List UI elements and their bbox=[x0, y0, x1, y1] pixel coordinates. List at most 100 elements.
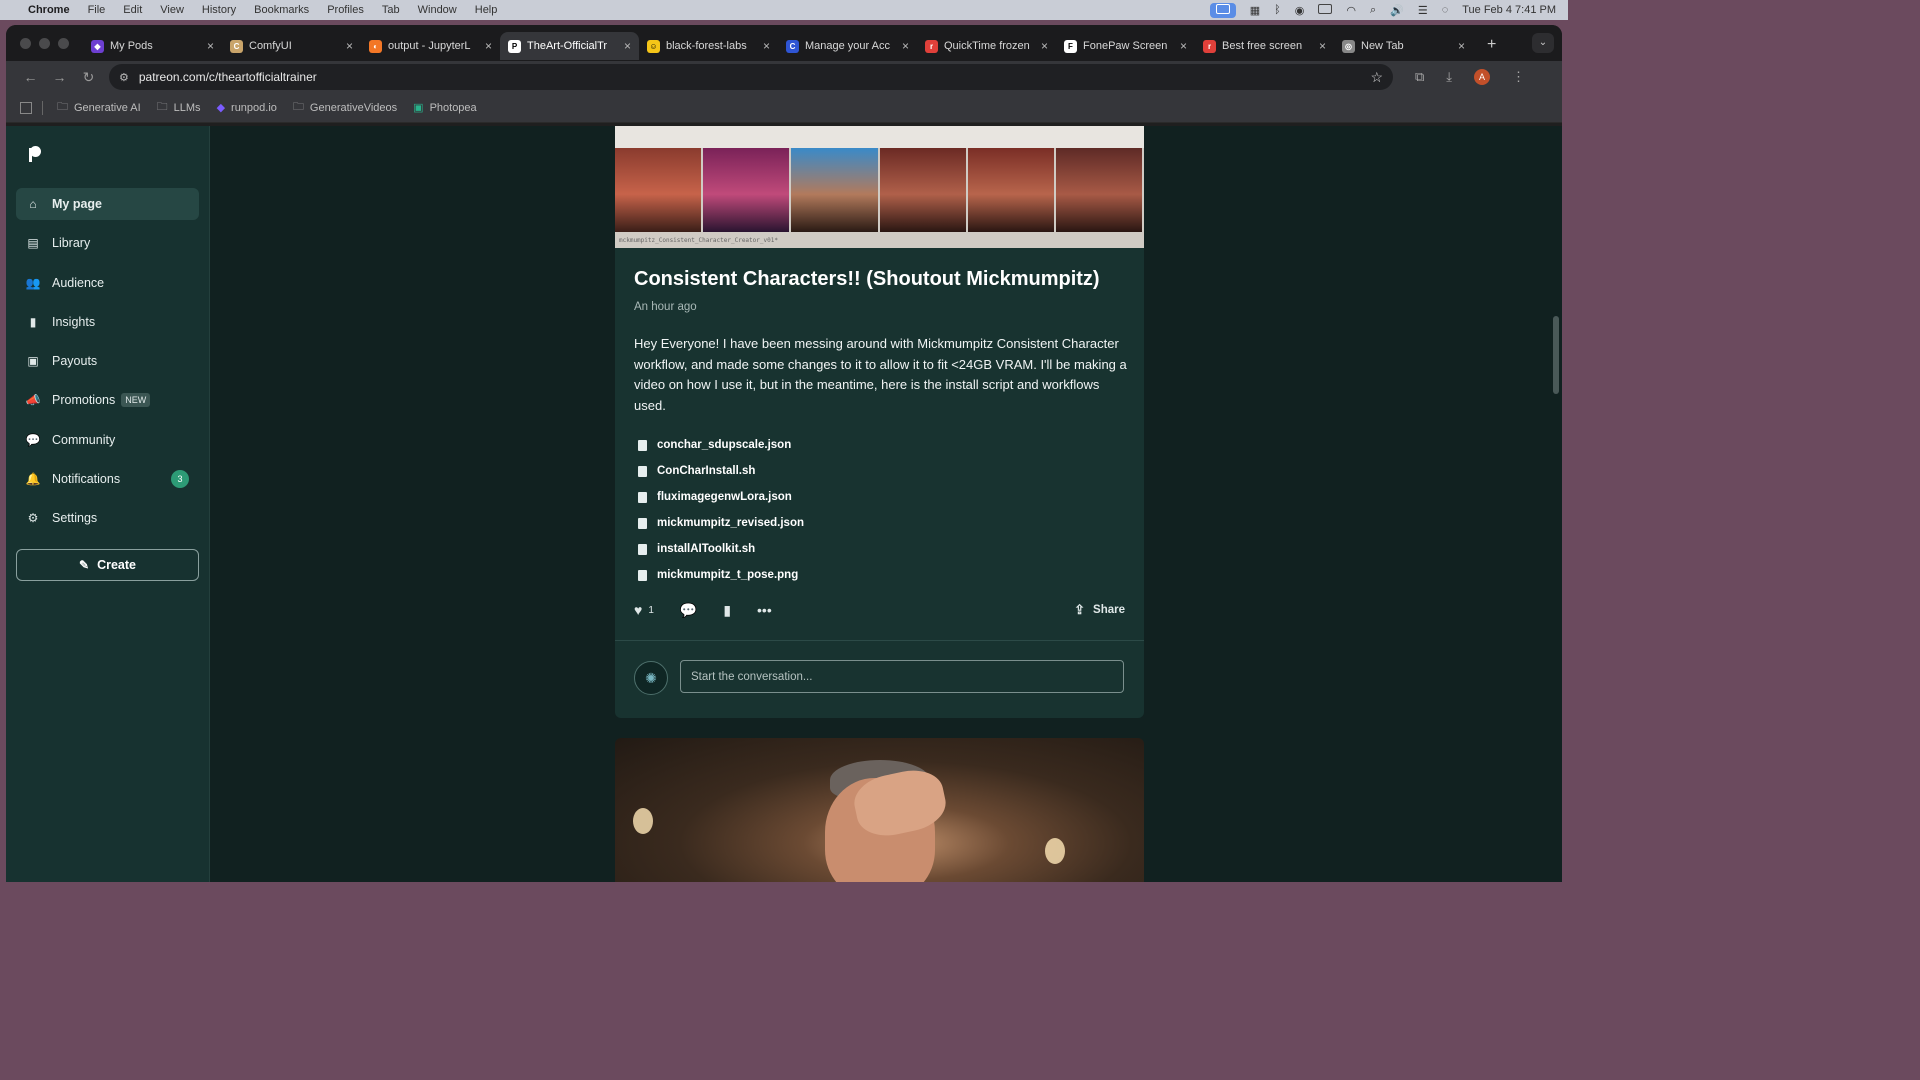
reload-button[interactable]: ↻ bbox=[74, 69, 103, 86]
browser-tab[interactable]: P TheArt-OfficialTr × bbox=[500, 32, 639, 60]
attachment-link[interactable]: conchar_sdupscale.json bbox=[634, 432, 804, 458]
extensions-icon[interactable]: ⧉ bbox=[1415, 69, 1424, 85]
zoom-window-button[interactable] bbox=[58, 37, 69, 49]
tab-close-icon[interactable]: × bbox=[1458, 39, 1465, 53]
tab-close-icon[interactable]: × bbox=[485, 39, 492, 53]
tab-search-button[interactable]: ⌄ bbox=[1532, 33, 1554, 53]
create-label: Create bbox=[97, 558, 136, 572]
sidebar-item-notifications[interactable]: 🔔 Notifications 3 bbox=[16, 463, 199, 495]
tab-close-icon[interactable]: × bbox=[763, 39, 770, 53]
patreon-page: ⌂ My page ▤ Library 👥 Audience ▮ Insights ▣ Payou… bbox=[6, 126, 1562, 882]
bookmark-label: Generative AI bbox=[74, 101, 141, 114]
forward-button[interactable]: → bbox=[45, 69, 74, 85]
screen-record-status-icon[interactable] bbox=[1209, 2, 1236, 18]
bookmark-photopea[interactable]: ▣ Photopea bbox=[413, 101, 477, 115]
insights-button[interactable]: ▮ bbox=[723, 602, 731, 619]
browser-tab[interactable]: C ComfyUI × bbox=[222, 32, 361, 60]
address-bar[interactable]: ⚙ patreon.com/c/theartofficialtrainer ☆ bbox=[109, 64, 1393, 90]
tab-close-icon[interactable]: × bbox=[902, 39, 909, 53]
browser-menu-icon[interactable]: ⋮ bbox=[1512, 69, 1525, 85]
menu-file[interactable]: File bbox=[88, 4, 106, 16]
menu-profiles[interactable]: Profiles bbox=[327, 4, 364, 16]
tab-list: ◆ My Pods × C ComfyUI × ◐ output - JupyterL × P Th… bbox=[83, 26, 1473, 60]
sidebar-item-library[interactable]: ▤ Library bbox=[16, 227, 199, 259]
attachment-link[interactable]: installAIToolkit.sh bbox=[634, 536, 804, 562]
bookmark-runpod[interactable]: ◆ runpod.io bbox=[217, 101, 277, 115]
close-window-button[interactable] bbox=[20, 37, 31, 49]
menu-window[interactable]: Window bbox=[418, 4, 457, 16]
apps-grid-icon[interactable] bbox=[20, 101, 32, 114]
browser-tab[interactable]: r Best free screen × bbox=[1195, 32, 1334, 60]
browser-tab[interactable]: F FonePaw Screen × bbox=[1056, 32, 1195, 60]
profile-avatar[interactable]: A bbox=[1474, 69, 1491, 85]
attachment-link[interactable]: ConCharInstall.sh bbox=[634, 458, 804, 484]
menu-edit[interactable]: Edit bbox=[123, 4, 142, 16]
next-post-image[interactable] bbox=[615, 738, 1144, 882]
spotlight-search-icon[interactable]: ⌕ bbox=[1370, 4, 1376, 17]
tab-close-icon[interactable]: × bbox=[346, 39, 353, 53]
menu-bookmarks[interactable]: Bookmarks bbox=[254, 4, 309, 16]
create-button[interactable]: ✎ Create bbox=[16, 549, 199, 581]
address-url[interactable]: patreon.com/c/theartofficialtrainer bbox=[139, 70, 1371, 84]
share-button[interactable]: ⇪ Share bbox=[1074, 602, 1125, 618]
sidebar-item-settings[interactable]: ⚙ Settings bbox=[16, 502, 199, 534]
post-body: Hey Everyone! I have been messing around… bbox=[634, 336, 1127, 414]
browser-tab[interactable]: ☺ black-forest-labs × bbox=[639, 32, 778, 60]
sidebar-item-audience[interactable]: 👥 Audience bbox=[16, 267, 199, 299]
attachment-link[interactable]: fluximagegenwLora.json bbox=[634, 484, 804, 510]
sidebar-item-promotions[interactable]: 📣 Promotions NEW bbox=[16, 384, 199, 416]
menu-view[interactable]: View bbox=[160, 4, 184, 16]
post-image[interactable]: mckmumpitz_Consistent_Character_Creator_… bbox=[615, 126, 1144, 248]
bookmark-star-icon[interactable]: ☆ bbox=[1370, 69, 1383, 86]
sidebar-item-insights[interactable]: ▮ Insights bbox=[16, 306, 199, 338]
siri-icon[interactable]: ◌ bbox=[1442, 4, 1449, 16]
tab-close-icon[interactable]: × bbox=[207, 39, 214, 53]
download-icon[interactable]: ⤓ bbox=[1446, 69, 1452, 85]
browser-tab[interactable]: C Manage your Acc × bbox=[778, 32, 917, 60]
attachment-filename: fluximagegenwLora.json bbox=[657, 491, 792, 503]
post-timestamp[interactable]: An hour ago bbox=[634, 301, 697, 313]
like-button[interactable]: ♥ 1 bbox=[634, 602, 654, 618]
tab-close-icon[interactable]: × bbox=[1180, 39, 1187, 53]
attachment-link[interactable]: mickmumpitz_t_pose.png bbox=[634, 562, 804, 588]
tab-close-icon[interactable]: × bbox=[624, 39, 631, 53]
menubar-app-name[interactable]: Chrome bbox=[28, 4, 70, 16]
more-options-button[interactable]: ••• bbox=[757, 602, 772, 618]
browser-tab[interactable]: ◐ output - JupyterL × bbox=[361, 32, 500, 60]
tab-close-icon[interactable]: × bbox=[1041, 39, 1048, 53]
attachment-link[interactable]: mickmumpitz_revised.json bbox=[634, 510, 804, 536]
bluetooth-icon[interactable]: ᛒ bbox=[1274, 4, 1281, 16]
wifi-icon[interactable]: ◠ bbox=[1346, 4, 1356, 17]
comment-input[interactable] bbox=[680, 660, 1124, 693]
post-title[interactable]: Consistent Characters!! (Shoutout Mickmu… bbox=[634, 268, 1134, 291]
back-button[interactable]: ← bbox=[16, 69, 45, 85]
share-label: Share bbox=[1093, 604, 1125, 616]
patreon-logo[interactable] bbox=[28, 146, 42, 162]
file-icon bbox=[638, 465, 647, 477]
bookmark-llms[interactable]: 🗀 LLMs bbox=[157, 98, 201, 117]
bookmark-generative-videos[interactable]: 🗀 GenerativeVideos bbox=[293, 98, 397, 117]
menu-history[interactable]: History bbox=[202, 4, 236, 16]
control-center-icon[interactable]: ☰ bbox=[1418, 4, 1428, 17]
site-info-icon[interactable]: ⚙ bbox=[119, 71, 129, 84]
page-scrollbar[interactable] bbox=[1553, 316, 1559, 394]
sidebar-item-payouts[interactable]: ▣ Payouts bbox=[16, 345, 199, 377]
comment-button[interactable]: 💬 bbox=[680, 602, 697, 619]
window-layout-icon[interactable]: ▦ bbox=[1250, 4, 1260, 17]
browser-tab[interactable]: ◆ My Pods × bbox=[83, 32, 222, 60]
minimize-window-button[interactable] bbox=[39, 37, 50, 49]
menubar-clock[interactable]: Tue Feb 4 7:41 PM bbox=[1462, 4, 1556, 16]
menu-tab[interactable]: Tab bbox=[382, 4, 400, 16]
sidebar-item-community[interactable]: 💬 Community bbox=[16, 424, 199, 456]
tab-close-icon[interactable]: × bbox=[1319, 39, 1326, 53]
bookmark-generative-ai[interactable]: 🗀 Generative AI bbox=[57, 98, 141, 117]
sidebar-item-my-page[interactable]: ⌂ My page bbox=[16, 188, 199, 220]
commenter-avatar[interactable]: ✺ bbox=[634, 661, 668, 695]
browser-tab[interactable]: ◎ New Tab × bbox=[1334, 32, 1473, 60]
menu-help[interactable]: Help bbox=[475, 4, 498, 16]
browser-tab[interactable]: r QuickTime frozen × bbox=[917, 32, 1056, 60]
new-tab-button[interactable]: + bbox=[1487, 36, 1496, 54]
account-icon[interactable]: ◉ bbox=[1295, 4, 1305, 17]
battery-icon[interactable] bbox=[1318, 3, 1333, 17]
volume-icon[interactable]: 🔊 bbox=[1390, 4, 1404, 17]
